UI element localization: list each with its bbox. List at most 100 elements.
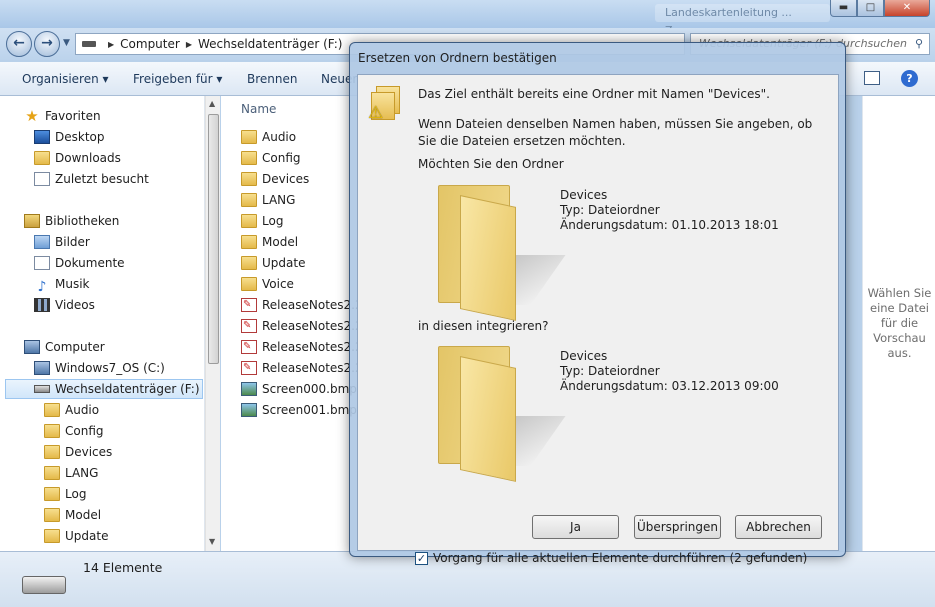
drive-icon <box>82 41 96 47</box>
dialog-explanation: Wenn Dateien denselben Namen haben, müss… <box>418 117 813 148</box>
file-name: Log <box>262 214 284 228</box>
breadcrumb-drive[interactable]: Wechseldatenträger (F:) <box>198 37 343 51</box>
nav-sub-devices[interactable]: Devices <box>44 442 112 462</box>
removable-drive-icon <box>34 385 50 393</box>
list-item[interactable]: Screen001.bmp <box>241 400 357 420</box>
breadcrumb-computer[interactable]: Computer <box>120 37 180 51</box>
nav-documents[interactable]: Dokumente <box>34 253 125 273</box>
list-item[interactable]: Update <box>241 253 305 273</box>
nav-label: Downloads <box>55 151 121 165</box>
nav-computer[interactable]: Computer <box>24 337 105 357</box>
checkmark-icon[interactable]: ✓ <box>415 551 428 565</box>
preview-message: Wählen Sie eine Datei für die Vorschau a… <box>867 286 932 360</box>
nav-sub-model[interactable]: Model <box>44 505 101 525</box>
nav-favorites[interactable]: ★ Favoriten <box>24 106 100 126</box>
scroll-down-icon[interactable]: ▼ <box>209 537 215 546</box>
list-item[interactable]: Log <box>241 211 283 231</box>
dialog-question: Möchten Sie den Ordner <box>418 157 564 171</box>
preview-pane-icon[interactable] <box>864 71 880 85</box>
nav-downloads[interactable]: Downloads <box>34 148 121 168</box>
source-folder-date: Änderungsdatum: 01.10.2013 18:01 <box>560 218 779 232</box>
nav-pictures[interactable]: Bilder <box>34 232 90 252</box>
confirm-folder-replace-dialog: Ersetzen von Ordnern bestätigen ⚠ Das Zi… <box>349 42 846 565</box>
source-folder-icon <box>438 185 566 321</box>
nav-desktop[interactable]: Desktop <box>34 127 105 147</box>
list-item[interactable]: Config <box>241 148 301 168</box>
source-folder-name: Devices <box>560 188 608 202</box>
nav-label: Musik <box>55 277 90 291</box>
scroll-up-icon[interactable]: ▲ <box>209 99 215 108</box>
chevron-right-icon[interactable]: ▶ <box>108 40 114 49</box>
folder-icon <box>241 214 257 228</box>
folder-icon <box>241 193 257 207</box>
scroll-thumb[interactable] <box>208 114 219 364</box>
nav-libraries[interactable]: Bibliotheken <box>24 211 119 231</box>
pdf-icon <box>241 295 257 315</box>
list-item[interactable]: Voice <box>241 274 294 294</box>
folder-icon <box>241 256 257 270</box>
chevron-right-icon[interactable]: ▶ <box>186 40 192 49</box>
source-folder-type: Typ: Dateiordner <box>560 203 660 217</box>
list-item[interactable]: LANG <box>241 190 295 210</box>
nav-label: Config <box>65 424 104 438</box>
nav-label: Audio <box>65 403 100 417</box>
nav-label: Bilder <box>55 235 90 249</box>
nav-sub-lang[interactable]: LANG <box>44 463 98 483</box>
folder-icon <box>241 277 257 291</box>
list-item[interactable]: Audio <box>241 127 296 147</box>
nav-drive-f[interactable]: Wechseldatenträger (F:) <box>5 379 203 399</box>
forward-button[interactable]: → <box>34 31 60 57</box>
nav-music[interactable]: ♪ Musik <box>34 274 90 295</box>
help-icon[interactable]: ? <box>901 70 918 87</box>
close-button[interactable]: ✕ <box>884 0 930 17</box>
list-item[interactable]: Devices <box>241 169 309 189</box>
column-header-name[interactable]: Name <box>241 102 276 116</box>
maximize-button[interactable]: □ <box>857 0 884 17</box>
skip-button[interactable]: Überspringen <box>634 515 721 539</box>
nav-videos[interactable]: Videos <box>34 295 95 315</box>
history-dropdown-icon[interactable]: ▼ <box>63 38 70 48</box>
folder-icon <box>44 424 60 438</box>
file-name: Screen001.bmp <box>262 403 357 417</box>
nav-drive-c[interactable]: Windows7_OS (C:) <box>34 358 165 378</box>
downloads-folder-icon <box>34 151 50 165</box>
navigation-pane: ★ Favoriten Desktop Downloads Zuletzt bes… <box>0 96 205 551</box>
list-item[interactable]: Screen000.bmp <box>241 379 357 399</box>
target-folder-date: Änderungsdatum: 03.12.2013 09:00 <box>560 379 779 393</box>
list-item[interactable]: Model <box>241 232 298 252</box>
libraries-icon <box>24 214 40 228</box>
organize-menu[interactable]: Organisieren ▾ <box>22 72 109 86</box>
item-count: 14 Elemente <box>83 560 163 575</box>
nav-sub-audio[interactable]: Audio <box>44 400 99 420</box>
system-drive-icon <box>34 361 50 375</box>
yes-button[interactable]: Ja <box>532 515 619 539</box>
folder-icon <box>241 130 257 144</box>
back-button[interactable]: ← <box>6 31 32 57</box>
folder-warning-icon: ⚠ <box>368 86 404 123</box>
nav-sub-log[interactable]: Log <box>44 484 86 504</box>
computer-icon <box>24 340 40 354</box>
share-menu[interactable]: Freigeben für ▾ <box>133 72 222 86</box>
nav-sub-config[interactable]: Config <box>44 421 104 441</box>
target-folder-info: Devices Typ: Dateiordner Änderungsdatum:… <box>560 349 779 394</box>
dialog-integrate-text: in diesen integrieren? <box>418 319 549 333</box>
file-name: Voice <box>262 277 294 291</box>
cancel-button[interactable]: Abbrechen <box>735 515 822 539</box>
burn-button[interactable]: Brennen <box>247 72 297 86</box>
file-name: LANG <box>262 193 296 207</box>
apply-to-all-checkbox[interactable]: ✓ Vorgang für alle aktuellen Elemente du… <box>415 551 807 565</box>
search-icon[interactable]: ⚲ <box>915 34 923 54</box>
nav-label: Zuletzt besucht <box>55 172 149 186</box>
nav-label: Log <box>65 487 87 501</box>
background-window-title[interactable]: Landeskartenleitung ... Zugr... <box>655 4 830 37</box>
desktop-icon <box>34 130 50 144</box>
dialog-message: Das Ziel enthält bereits eine Ordner mit… <box>418 87 770 101</box>
folder-icon <box>44 403 60 417</box>
nav-label: Windows7_OS (C:) <box>55 361 165 375</box>
recent-places-icon <box>34 172 50 186</box>
minimize-button[interactable]: ▬ <box>830 0 857 17</box>
nav-sub-update[interactable]: Update <box>44 526 108 546</box>
nav-scrollbar[interactable]: ▲ ▼ <box>205 96 220 551</box>
nav-recent[interactable]: Zuletzt besucht <box>34 169 149 189</box>
file-name: Audio <box>262 130 297 144</box>
